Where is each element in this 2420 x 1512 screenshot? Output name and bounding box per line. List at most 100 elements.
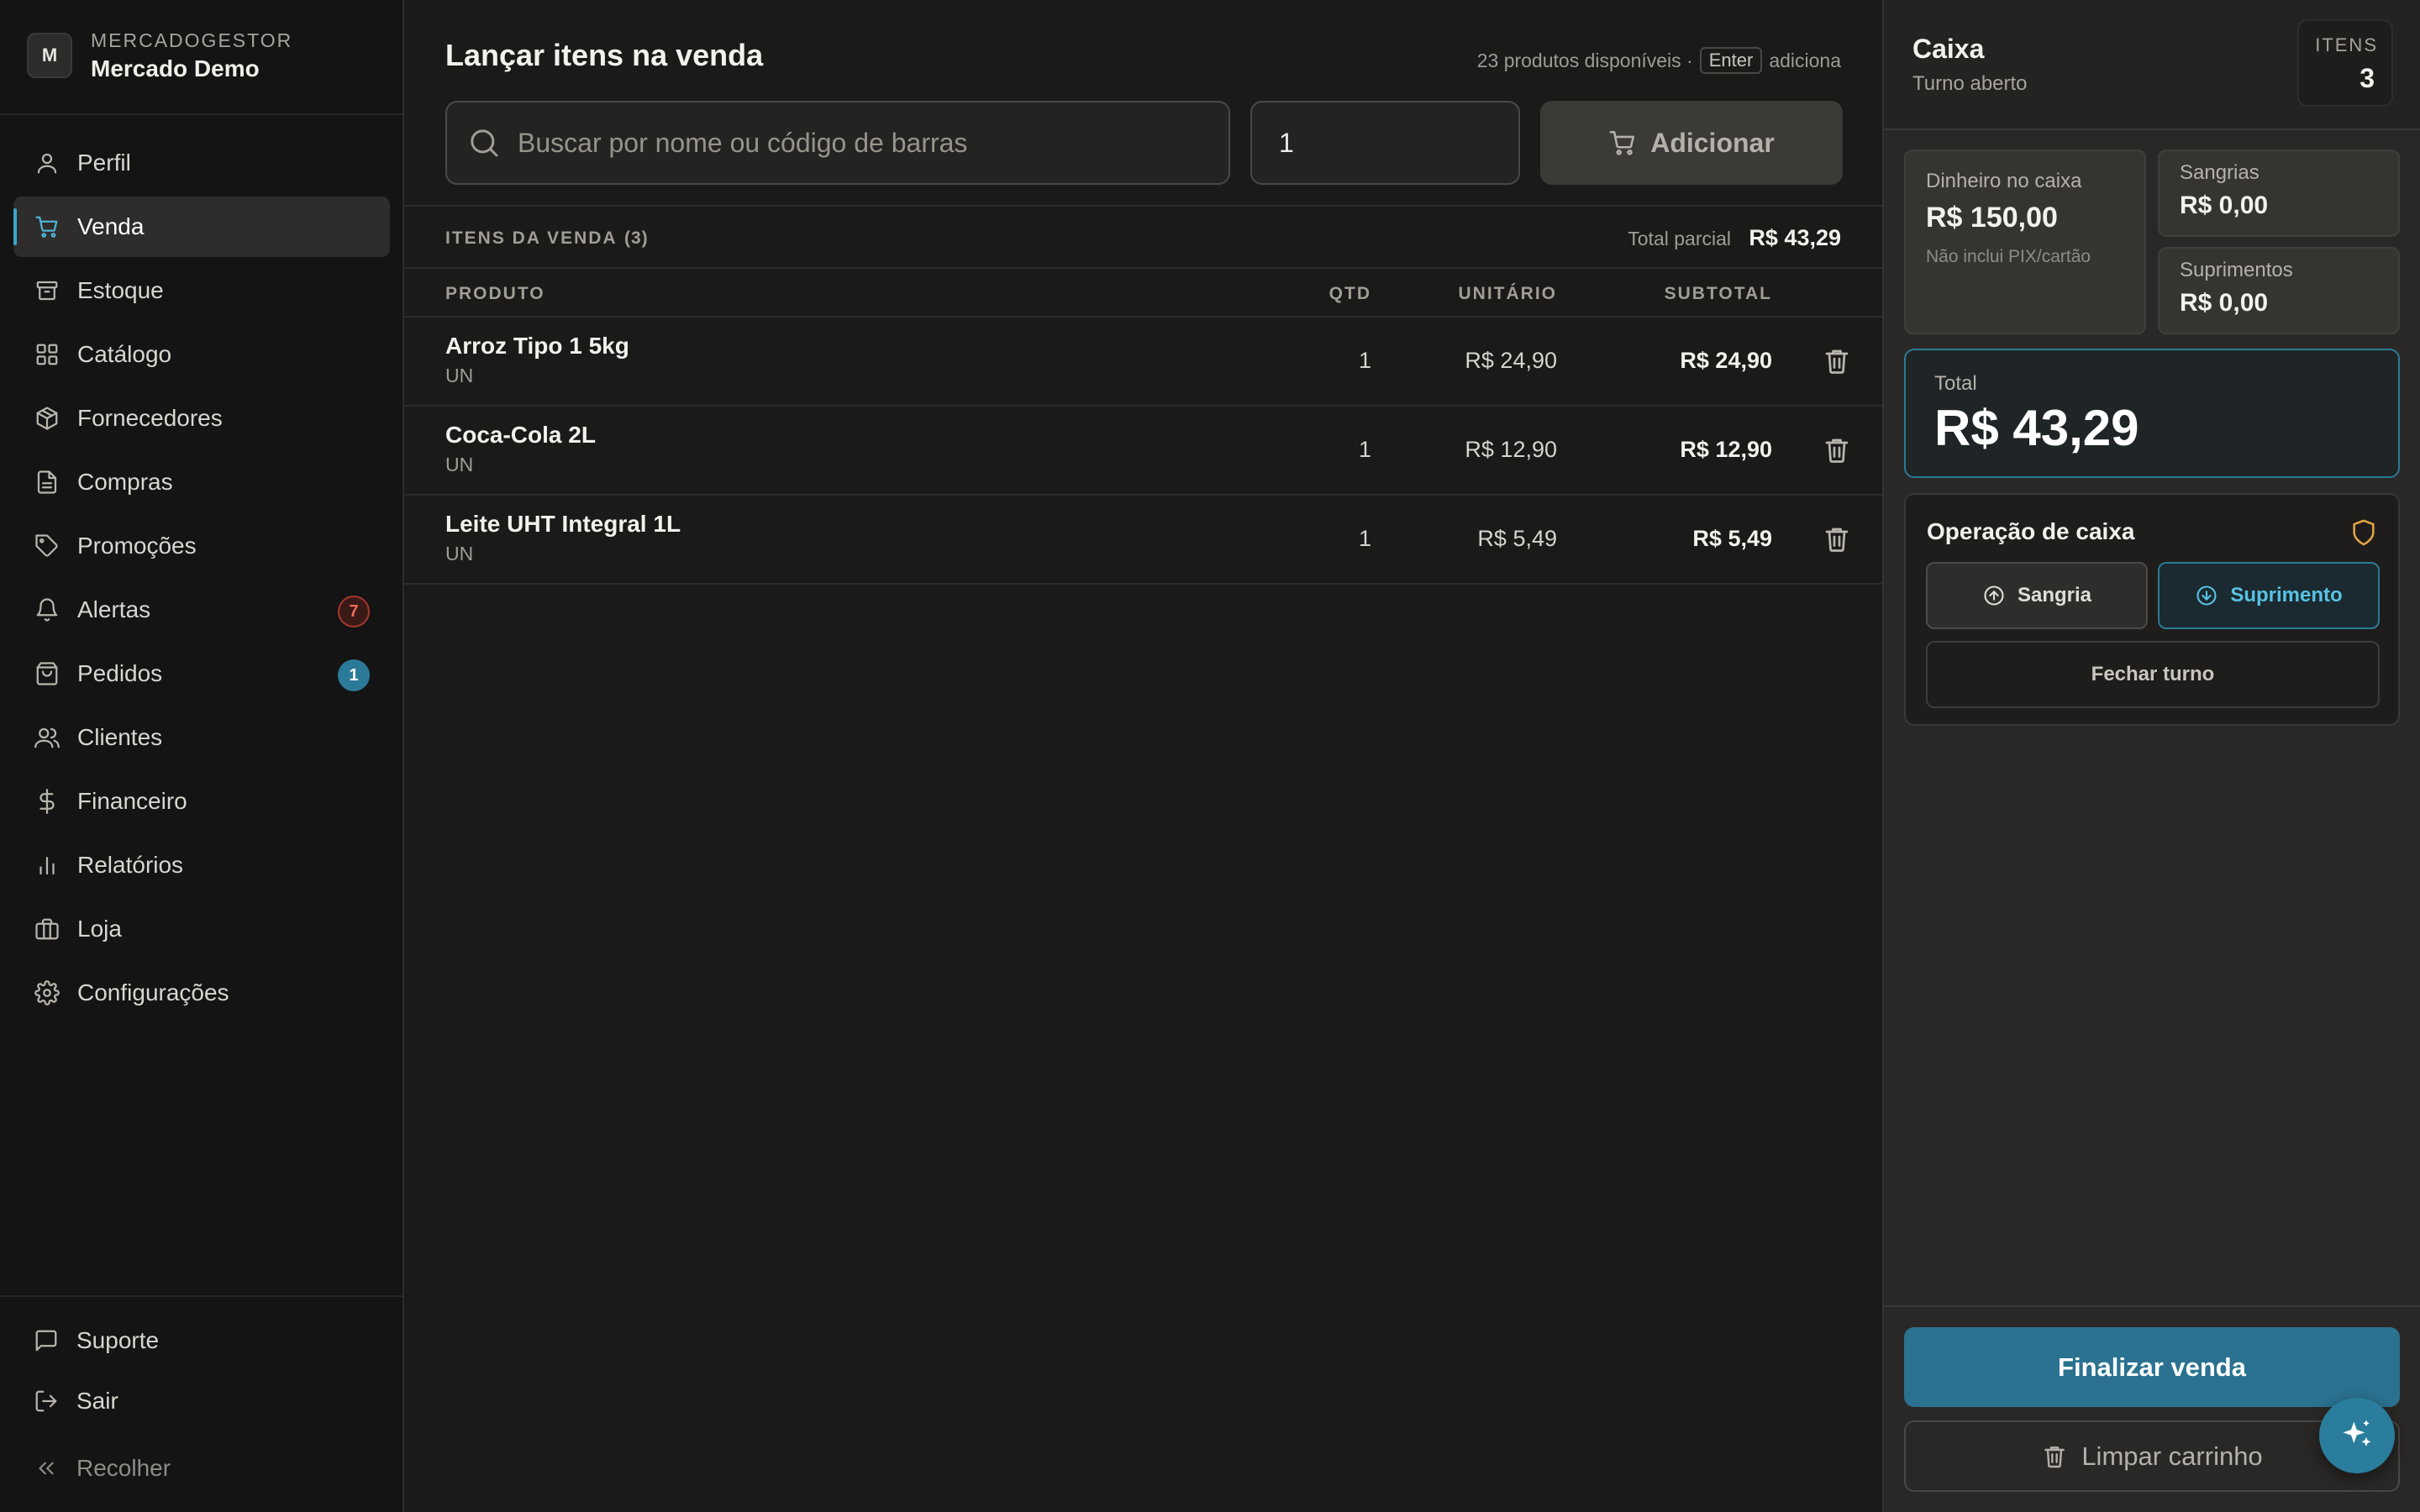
sangria-button[interactable]: Sangria	[1926, 562, 2148, 629]
items-count-box: ITENS 3	[2297, 19, 2393, 107]
item-qty: 1	[1358, 437, 1371, 462]
sidebar-item-perfil[interactable]: Perfil	[13, 133, 390, 193]
trash-icon[interactable]	[1822, 346, 1852, 376]
shift-status: Turno aberto	[1912, 72, 2028, 95]
cash-note: Não inclui PIX/cartão	[1926, 247, 2091, 266]
file-icon	[34, 470, 60, 495]
sidebar-item-label: Configurações	[77, 979, 229, 1005]
sidebar-item-alertas[interactable]: Alertas 7	[13, 580, 390, 640]
product-name: Coca-Cola 2L	[445, 422, 596, 448]
hint-suffix: adiciona	[1769, 49, 1841, 71]
item-qty: 1	[1358, 348, 1371, 373]
trash-icon[interactable]	[1822, 524, 1852, 554]
cash-value: R$ 150,00	[1926, 202, 2058, 234]
collapse-sidebar-button[interactable]: Recolher	[13, 1443, 390, 1494]
sidebar-item-venda[interactable]: Venda	[13, 197, 390, 257]
sidebar-item-configuracoes[interactable]: Configurações	[13, 963, 390, 1023]
brand-kicker: MERCADOGESTOR	[91, 29, 293, 51]
total-label: Total	[1934, 372, 1977, 395]
sidebar-item-label: Venda	[77, 213, 145, 239]
sidebar-item-financeiro[interactable]: Financeiro	[13, 771, 390, 832]
product-unit: UN	[445, 543, 474, 564]
column-subtotal: SUBTOTAL	[1664, 284, 1772, 303]
column-unit-price: UNITÁRIO	[1458, 284, 1557, 303]
tag-icon	[34, 533, 60, 559]
search-input[interactable]	[518, 127, 1207, 159]
sidebar-item-estoque[interactable]: Estoque	[13, 260, 390, 321]
bag-icon	[34, 661, 60, 686]
sangria-label: Sangria	[2017, 584, 2092, 606]
sale-main: Lançar itens na venda 23 produtos dispon…	[404, 0, 1882, 1512]
chat-icon	[34, 1328, 59, 1353]
close-shift-button[interactable]: Fechar turno	[1926, 641, 2380, 708]
item-unit-price: R$ 5,49	[1477, 526, 1557, 551]
sidebar-item-label: Perfil	[77, 150, 131, 176]
add-item-label: Adicionar	[1650, 127, 1775, 158]
logout-link[interactable]: Sair	[13, 1376, 390, 1426]
add-item-button[interactable]: Adicionar	[1540, 101, 1843, 185]
sale-total-card: Total R$ 43,29	[1904, 349, 2400, 478]
sidebar-item-label: Loja	[77, 916, 122, 942]
sidebar-footer: Suporte Sair Recolher	[0, 1295, 402, 1481]
finalize-sale-button[interactable]: Finalizar venda	[1904, 1327, 2400, 1407]
sidebar-item-label: Promoções	[77, 533, 197, 559]
ai-assistant-button[interactable]	[2319, 1398, 2395, 1473]
page-title: Lançar itens na venda	[445, 38, 764, 72]
enter-key: Enter	[1699, 47, 1763, 74]
cash-in-drawer-card: Dinheiro no caixa R$ 150,00 Não inclui P…	[1904, 150, 2146, 334]
sidebar-item-fornecedores[interactable]: Fornecedores	[13, 388, 390, 449]
search-box[interactable]	[445, 101, 1230, 185]
product-unit: UN	[445, 454, 474, 475]
withdrawals-card: Sangrias R$ 0,00	[2158, 150, 2400, 237]
sidebar-item-relatorios[interactable]: Relatórios	[13, 835, 390, 895]
table-row: Arroz Tipo 1 5kg UN 1 R$ 24,90 R$ 24,90	[404, 318, 1882, 407]
item-subtotal: R$ 5,49	[1692, 526, 1772, 551]
sidebar-item-compras[interactable]: Compras	[13, 452, 390, 512]
bar-chart-icon	[34, 853, 60, 878]
products-available-text: 23 produtos disponíveis ·	[1476, 49, 1693, 71]
supplies-card: Suprimentos R$ 0,00	[2158, 247, 2400, 334]
store-name: Mercado Demo	[91, 55, 260, 81]
brand-header: M MERCADOGESTOR Mercado Demo	[0, 0, 402, 115]
sale-items-label: ITENS DA VENDA	[445, 228, 618, 248]
panel-footer-divider	[1882, 1305, 2420, 1307]
sidebar-item-clientes[interactable]: Clientes	[13, 707, 390, 768]
sidebar-item-promocoes[interactable]: Promoções	[13, 516, 390, 576]
withdrawals-label: Sangrias	[2180, 161, 2260, 184]
sidebar-item-label: Compras	[77, 469, 173, 495]
suprimento-label: Suprimento	[2230, 584, 2343, 606]
sidebar-item-catalogo[interactable]: Catálogo	[13, 324, 390, 385]
arrow-up-circle-icon	[1982, 584, 2006, 607]
sale-items-count: (3)	[624, 228, 649, 248]
collapse-label: Recolher	[76, 1455, 171, 1481]
cash-operation-card: Operação de caixa Sangria Suprimento Fec…	[1904, 493, 2400, 726]
chevrons-left-icon	[34, 1456, 59, 1481]
product-name: Arroz Tipo 1 5kg	[445, 333, 629, 359]
supplies-value: R$ 0,00	[2180, 289, 2269, 317]
gear-icon	[34, 980, 60, 1005]
sidebar-item-label: Financeiro	[77, 788, 187, 814]
suprimento-button[interactable]: Suprimento	[2158, 562, 2380, 629]
sparkles-icon	[2338, 1417, 2375, 1454]
product-unit: UN	[445, 365, 474, 386]
trash-icon[interactable]	[1822, 435, 1852, 465]
shield-icon	[2349, 518, 2378, 547]
alerts-count-badge: 7	[338, 596, 370, 627]
product-name: Leite UHT Integral 1L	[445, 511, 681, 537]
cash-register-header: Caixa Turno aberto ITENS 3	[1884, 0, 2420, 130]
column-product: PRODUTO	[445, 284, 545, 303]
table-row: Coca-Cola 2L UN 1 R$ 12,90 R$ 12,90	[404, 407, 1882, 496]
support-label: Suporte	[76, 1327, 160, 1353]
support-link[interactable]: Suporte	[13, 1315, 390, 1366]
sidebar-item-loja[interactable]: Loja	[13, 899, 390, 959]
sidebar-item-label: Clientes	[77, 724, 163, 750]
item-subtotal: R$ 12,90	[1680, 437, 1772, 462]
grid-icon	[34, 342, 60, 367]
logout-icon	[34, 1389, 59, 1414]
quantity-input[interactable]	[1250, 101, 1520, 185]
trash-icon	[2041, 1443, 2068, 1470]
withdrawals-value: R$ 0,00	[2180, 192, 2269, 219]
sidebar-item-label: Estoque	[77, 277, 164, 303]
sidebar-item-pedidos[interactable]: Pedidos 1	[13, 643, 390, 704]
sidebar-item-label: Fornecedores	[77, 405, 223, 431]
